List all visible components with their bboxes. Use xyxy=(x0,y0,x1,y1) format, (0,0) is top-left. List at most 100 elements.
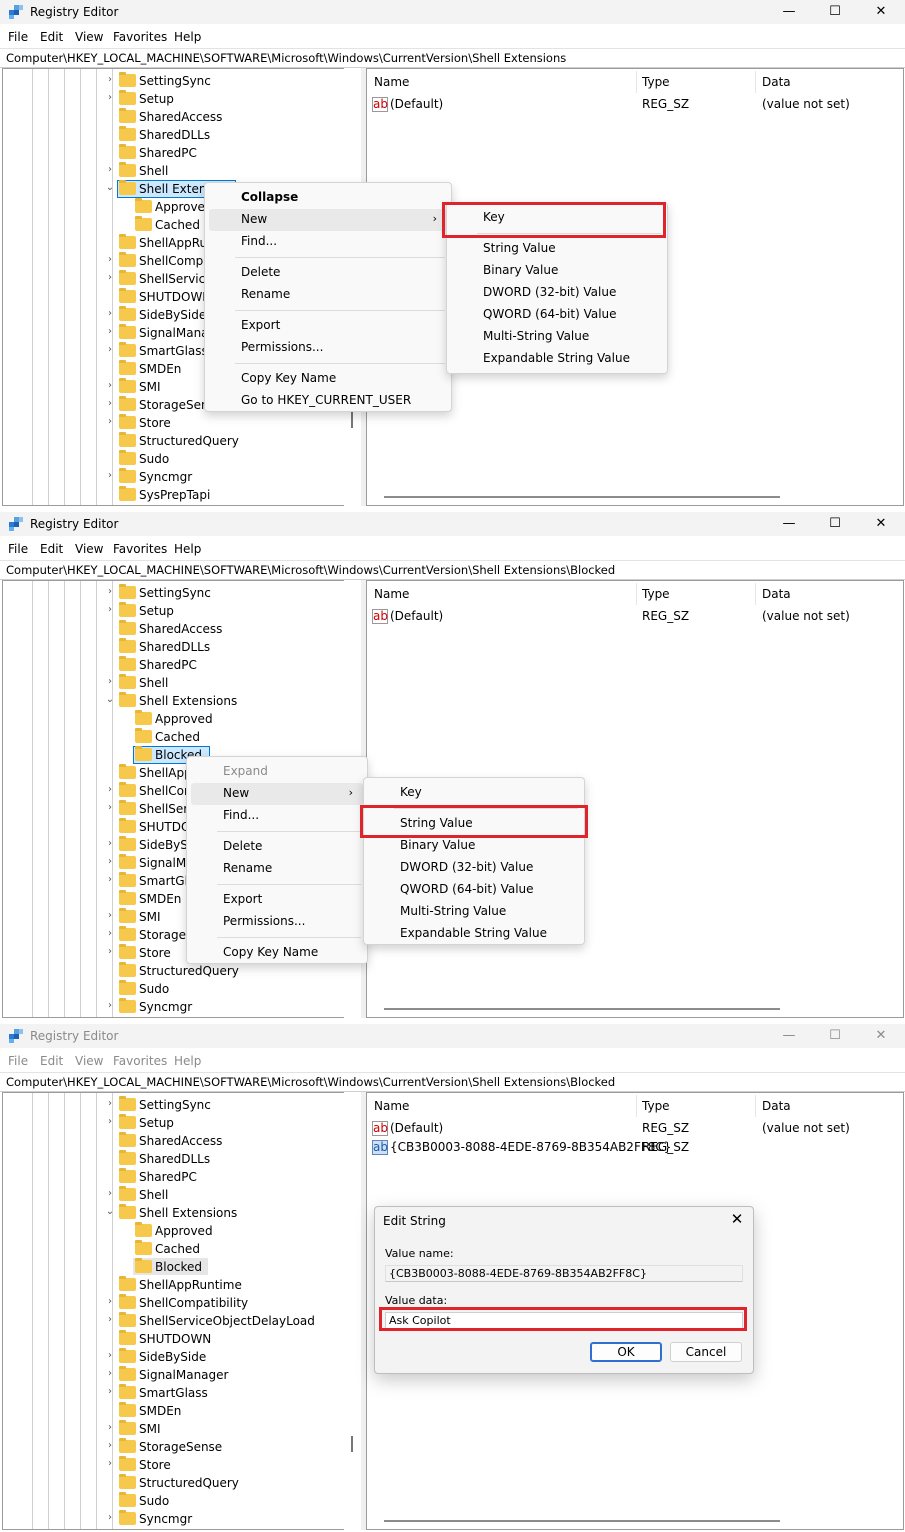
tree-item[interactable]: SMDEn xyxy=(3,1402,362,1420)
menu-edit[interactable]: Edit xyxy=(40,30,63,44)
address-path[interactable]: Computer\HKEY_LOCAL_MACHINE\SOFTWARE\Mic… xyxy=(6,563,615,577)
tree-item[interactable]: StructuredQuery xyxy=(3,962,362,980)
menu-item-rename[interactable]: Rename xyxy=(191,858,363,880)
tree-item[interactable]: SHUTDOWN xyxy=(3,1330,362,1348)
tree-item[interactable]: › SideBySide xyxy=(3,1348,362,1366)
address-path[interactable]: Computer\HKEY_LOCAL_MACHINE\SOFTWARE\Mic… xyxy=(6,51,566,65)
menu-item-key[interactable]: Key xyxy=(368,782,580,804)
menu-item-permissions[interactable]: Permissions... xyxy=(209,337,447,359)
menu-item-multi-string-value[interactable]: Multi-String Value xyxy=(451,326,663,348)
maximize-button[interactable]: ☐ xyxy=(812,1024,858,1048)
chevron-right-icon[interactable]: › xyxy=(105,398,115,409)
tree-item[interactable]: › SettingSync xyxy=(3,72,362,90)
chevron-right-icon[interactable]: › xyxy=(105,1368,115,1379)
tree-item[interactable]: SharedAccess xyxy=(3,620,362,638)
menu-item-delete[interactable]: Delete xyxy=(209,262,447,284)
menu-edit[interactable]: Edit xyxy=(40,542,63,556)
tree-item[interactable]: SharedPC xyxy=(3,1168,362,1186)
menu-item-binary-value[interactable]: Binary Value xyxy=(368,835,580,857)
menu-item-binary-value[interactable]: Binary Value xyxy=(451,260,663,282)
menu-item-copy-key-name[interactable]: Copy Key Name xyxy=(191,942,363,964)
menu-view[interactable]: View xyxy=(75,30,103,44)
chevron-right-icon[interactable]: › xyxy=(105,344,115,355)
horizontal-scrollbar[interactable] xyxy=(384,496,780,498)
tree-item[interactable]: › StorageSense xyxy=(3,1438,362,1456)
chevron-right-icon[interactable]: › xyxy=(105,1440,115,1451)
chevron-right-icon[interactable]: › xyxy=(105,586,115,597)
address-bar[interactable]: Computer\HKEY_LOCAL_MACHINE\SOFTWARE\Mic… xyxy=(0,560,905,580)
tree-item[interactable]: SharedDLLs xyxy=(3,1150,362,1168)
column-data-header[interactable]: Data xyxy=(762,75,791,89)
tree-item[interactable]: › Shell xyxy=(3,162,362,180)
close-button[interactable]: ✕ xyxy=(858,0,904,24)
chevron-right-icon[interactable]: › xyxy=(105,74,115,85)
chevron-down-icon[interactable]: ⌄ xyxy=(105,182,115,193)
column-type-header[interactable]: Type xyxy=(642,75,670,89)
chevron-right-icon[interactable]: › xyxy=(105,928,115,939)
chevron-right-icon[interactable]: › xyxy=(105,254,115,265)
chevron-right-icon[interactable]: › xyxy=(105,326,115,337)
menu-item-go-to-hkey-current-user[interactable]: Go to HKEY_CURRENT_USER xyxy=(209,390,447,412)
menu-item-delete[interactable]: Delete xyxy=(191,836,363,858)
chevron-right-icon[interactable]: › xyxy=(105,1512,115,1523)
menu-view[interactable]: View xyxy=(75,1054,103,1068)
tree-item[interactable]: Approved xyxy=(3,710,362,728)
chevron-right-icon[interactable]: › xyxy=(105,1350,115,1361)
menu-item-dword-32-bit-value[interactable]: DWORD (32-bit) Value xyxy=(451,282,663,304)
tree-item[interactable]: › SmartGlass xyxy=(3,1384,362,1402)
menu-item-multi-string-value[interactable]: Multi-String Value xyxy=(368,901,580,923)
tree-item[interactable]: ShellAppRuntime xyxy=(3,1276,362,1294)
chevron-right-icon[interactable]: › xyxy=(105,1458,115,1469)
menu-favorites[interactable]: Favorites xyxy=(113,30,167,44)
tree-item[interactable]: SharedDLLs xyxy=(3,126,362,144)
column-name-header[interactable]: Name xyxy=(374,75,409,89)
minimize-button[interactable]: — xyxy=(766,512,812,536)
column-name-header[interactable]: Name xyxy=(374,587,409,601)
chevron-right-icon[interactable]: › xyxy=(105,802,115,813)
chevron-right-icon[interactable]: › xyxy=(105,874,115,885)
chevron-right-icon[interactable]: › xyxy=(105,838,115,849)
menu-item-expandable-string-value[interactable]: Expandable String Value xyxy=(368,923,580,945)
tree-item[interactable]: › Syncmgr xyxy=(3,998,362,1016)
maximize-button[interactable]: ☐ xyxy=(812,512,858,536)
chevron-right-icon[interactable]: › xyxy=(105,308,115,319)
menu-item-permissions[interactable]: Permissions... xyxy=(191,911,363,933)
tree-item[interactable]: › Shell xyxy=(3,674,362,692)
menu-item-copy-key-name[interactable]: Copy Key Name xyxy=(209,368,447,390)
menu-item-find[interactable]: Find... xyxy=(209,231,447,253)
tree-item[interactable]: ⌄ Shell Extensions xyxy=(3,1204,362,1222)
menu-item-qword-64-bit-value[interactable]: QWORD (64-bit) Value xyxy=(368,879,580,901)
tree-item[interactable]: Cached xyxy=(3,728,362,746)
menu-item-find[interactable]: Find... xyxy=(191,805,363,827)
column-type-header[interactable]: Type xyxy=(642,1099,670,1113)
horizontal-scrollbar[interactable] xyxy=(384,1520,780,1522)
menu-item-collapse[interactable]: Collapse xyxy=(209,187,447,209)
address-bar[interactable]: Computer\HKEY_LOCAL_MACHINE\SOFTWARE\Mic… xyxy=(0,48,905,68)
chevron-right-icon[interactable]: › xyxy=(105,1386,115,1397)
tree-item[interactable]: › SettingSync xyxy=(3,1096,362,1114)
tree-item[interactable]: › Store xyxy=(3,414,362,432)
tree-item[interactable]: › ShellServiceObjectDelayLoad xyxy=(3,1312,362,1330)
chevron-right-icon[interactable]: › xyxy=(105,856,115,867)
chevron-right-icon[interactable]: › xyxy=(105,676,115,687)
tree-item[interactable]: › SignalManager xyxy=(3,1366,362,1384)
tree-item[interactable]: › SettingSync xyxy=(3,584,362,602)
tree-item[interactable]: SysPrepTapi xyxy=(3,486,362,504)
menu-item-new[interactable]: New › xyxy=(209,209,447,231)
tree-item[interactable]: › SMI xyxy=(3,1420,362,1438)
tree-item[interactable]: Cached xyxy=(3,1240,362,1258)
tree-item[interactable]: › Setup xyxy=(3,1114,362,1132)
maximize-button[interactable]: ☐ xyxy=(812,0,858,24)
chevron-right-icon[interactable]: › xyxy=(105,272,115,283)
menu-item-new[interactable]: New › xyxy=(191,783,363,805)
menu-item-expandable-string-value[interactable]: Expandable String Value xyxy=(451,348,663,370)
dialog-close-button[interactable]: ✕ xyxy=(727,1210,747,1228)
tree-item[interactable]: StructuredQuery xyxy=(3,1474,362,1492)
menu-item-qword-64-bit-value[interactable]: QWORD (64-bit) Value xyxy=(451,304,663,326)
chevron-right-icon[interactable]: › xyxy=(105,1422,115,1433)
chevron-right-icon[interactable]: › xyxy=(105,1098,115,1109)
chevron-right-icon[interactable]: › xyxy=(105,946,115,957)
tree-item[interactable]: SharedDLLs xyxy=(3,638,362,656)
column-data-header[interactable]: Data xyxy=(762,587,791,601)
tree-item[interactable]: Sudo xyxy=(3,980,362,998)
